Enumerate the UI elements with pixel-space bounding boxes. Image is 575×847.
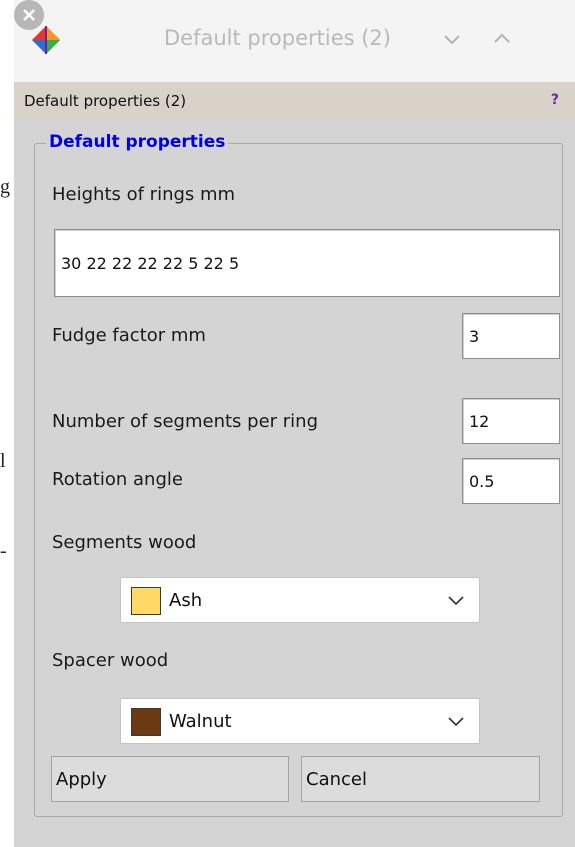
heights-label: Heights of rings mm [52, 184, 236, 205]
window-title: Default properties (2) [164, 26, 391, 50]
background-text-fragment: l [0, 450, 6, 472]
segments-per-ring-input[interactable]: 12 [462, 398, 560, 444]
spacer-wood-value: Walnut [169, 711, 232, 732]
background-text-fragment: - [0, 540, 7, 562]
chevron-down-icon [448, 717, 464, 727]
group-legend: Default properties [46, 132, 229, 152]
apply-button[interactable]: Apply [51, 756, 289, 802]
rotation-angle-label: Rotation angle [52, 469, 183, 490]
app-icon [32, 26, 60, 54]
chevron-up-icon[interactable] [490, 27, 514, 51]
segments-wood-value: Ash [169, 590, 203, 611]
heights-input[interactable]: 30 22 22 22 22 5 22 5 [54, 229, 560, 297]
panel-header: Default properties (2) ? [14, 82, 575, 120]
fudge-factor-label: Fudge factor mm [52, 325, 206, 346]
window-titlebar[interactable]: Default properties (2) [14, 0, 575, 82]
panel-header-title: Default properties (2) [24, 92, 187, 110]
chevron-down-icon [448, 596, 464, 606]
cancel-button[interactable]: Cancel [301, 756, 540, 802]
fudge-factor-input[interactable]: 3 [462, 313, 560, 359]
spacer-wood-select[interactable]: Walnut [120, 698, 480, 744]
segments-wood-label: Segments wood [52, 532, 197, 553]
wood-color-swatch [131, 587, 161, 615]
wood-color-swatch [131, 708, 161, 736]
rotation-angle-input[interactable]: 0.5 [462, 458, 560, 504]
spacer-wood-label: Spacer wood [52, 650, 169, 671]
help-icon[interactable]: ? [551, 92, 559, 108]
background-text-fragment: g [0, 176, 10, 198]
chevron-down-icon[interactable] [440, 27, 464, 51]
properties-dialog: Default properties (2) Default propertie… [14, 0, 575, 847]
background-window-edge: g l - [0, 0, 14, 847]
segments-wood-select[interactable]: Ash [120, 577, 480, 623]
segments-per-ring-label: Number of segments per ring [52, 411, 319, 432]
